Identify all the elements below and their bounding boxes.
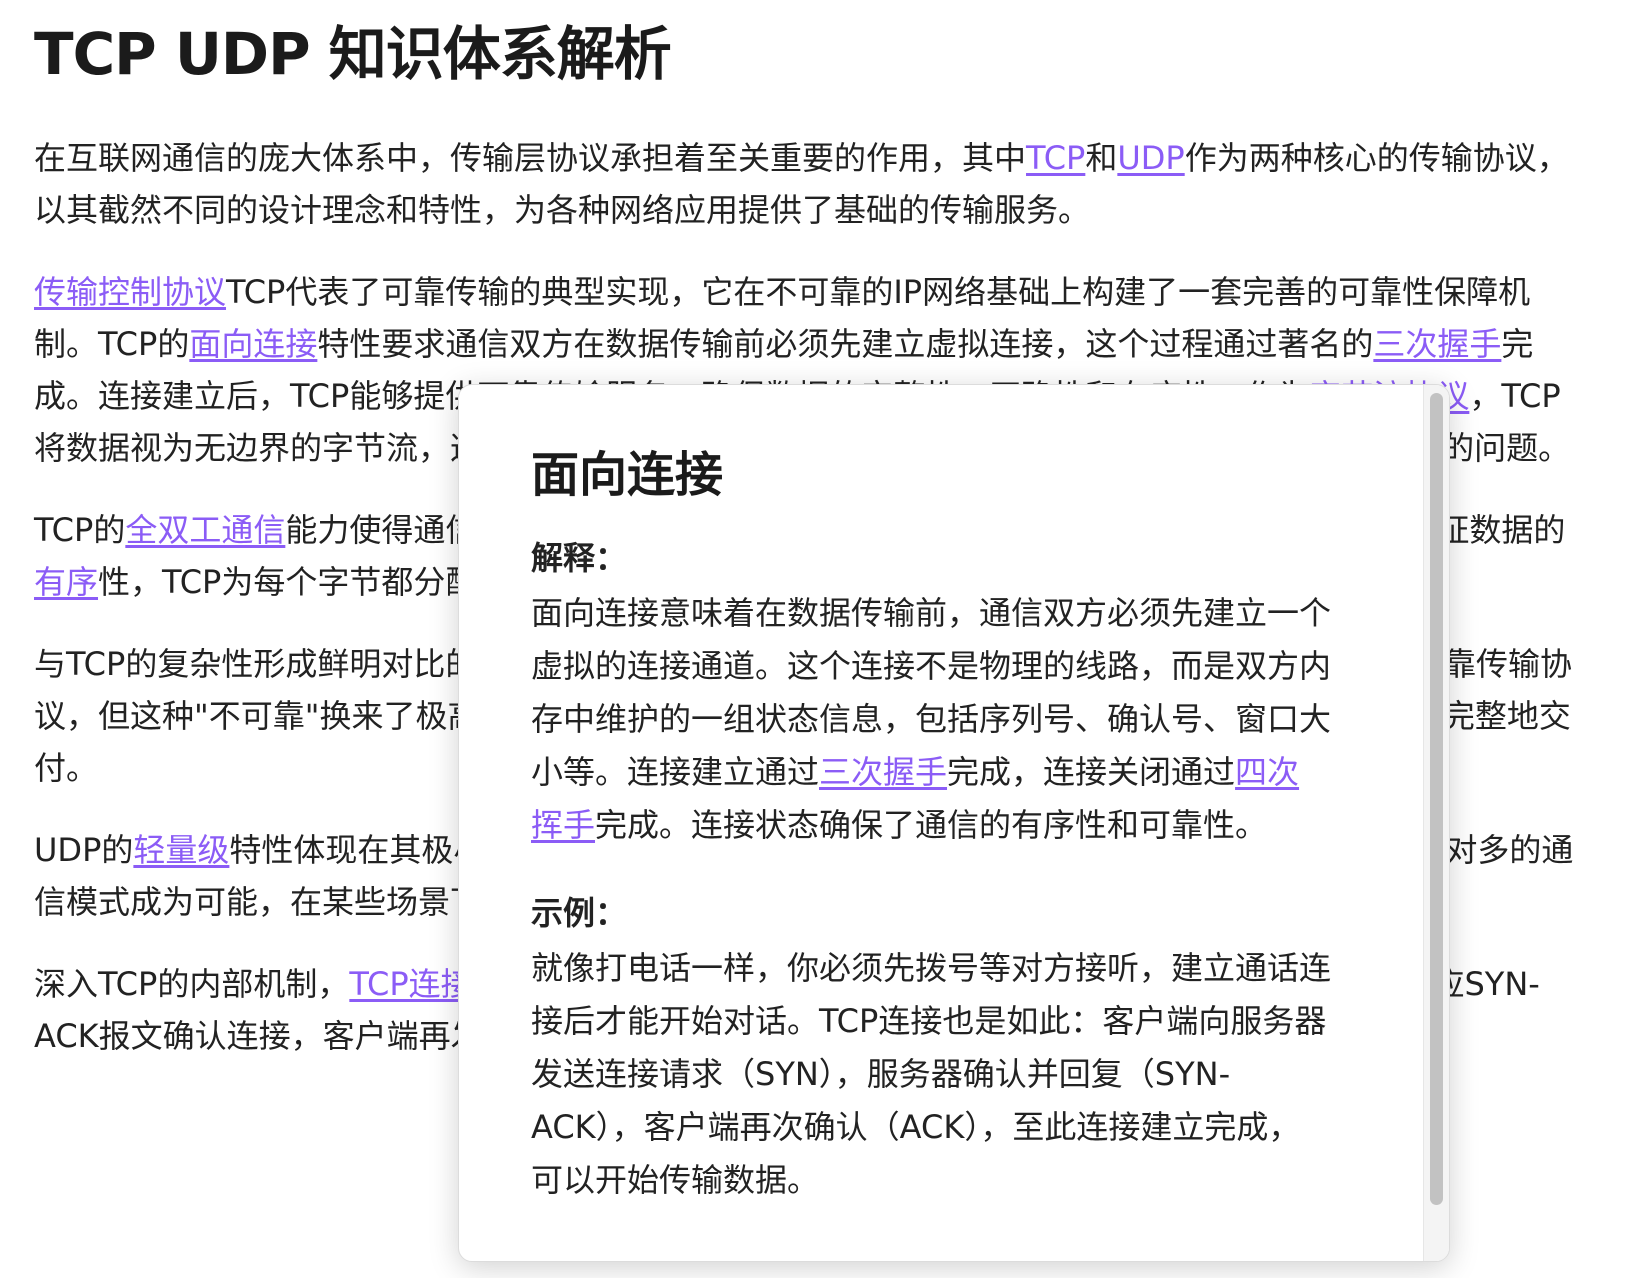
term-link[interactable]: 全双工通信 xyxy=(125,511,285,549)
popup-scrollbar[interactable] xyxy=(1423,385,1449,1261)
explain-text: 面向连接意味着在数据传输前，通信双方必须先建立一个虚拟的连接通道。这个连接不是物… xyxy=(531,587,1331,852)
text-run: 完成。连接状态确保了通信的有序性和可靠性。 xyxy=(595,806,1268,844)
page-title: TCP UDP 知识体系解析 xyxy=(34,20,672,88)
term-popup[interactable]: 面向连接 解释： 面向连接意味着在数据传输前，通信双方必须先建立一个虚拟的连接通… xyxy=(458,384,1450,1262)
paragraph: 在互联网通信的庞大体系中，传输层协议承担着至关重要的作用，其中TCP和UDP作为… xyxy=(34,132,1579,236)
text-run: 在互联网通信的庞大体系中，传输层协议承担着至关重要的作用，其中 xyxy=(34,139,1027,177)
text-run: UDP的 xyxy=(34,831,134,869)
text-run: 特性要求通信双方在数据传输前必须先建立虚拟连接，这个过程通过著名的 xyxy=(317,325,1374,363)
example-text: 就像打电话一样，你必须先拨号等对方接听，建立通话连接后才能开始对话。TCP连接也… xyxy=(531,949,1332,1199)
term-link[interactable]: 三次握手 xyxy=(819,753,947,791)
term-link[interactable]: TCP连接 xyxy=(349,965,472,1003)
text-run: 深入TCP的内部机制， xyxy=(34,965,350,1003)
text-run: 完成，连接关闭通过 xyxy=(947,753,1236,791)
example-label: 示例： xyxy=(531,894,628,932)
term-link[interactable]: UDP xyxy=(1117,139,1184,177)
popup-content: 面向连接 解释： 面向连接意味着在数据传输前，通信双方必须先建立一个虚拟的连接通… xyxy=(531,443,1331,1245)
term-link[interactable]: 面向连接 xyxy=(189,325,317,363)
term-link[interactable]: 三次握手 xyxy=(1373,325,1501,363)
popup-title: 面向连接 xyxy=(531,447,724,503)
term-link[interactable]: 有序 xyxy=(34,563,98,601)
text-run: TCP的 xyxy=(34,511,126,549)
text-run: 和 xyxy=(1085,139,1118,177)
explain-label: 解释： xyxy=(531,539,628,577)
term-link[interactable]: 轻量级 xyxy=(133,831,229,869)
term-link[interactable]: TCP xyxy=(1026,139,1085,177)
scrollbar-thumb[interactable] xyxy=(1430,393,1443,1205)
term-link[interactable]: 传输控制协议 xyxy=(34,273,226,311)
